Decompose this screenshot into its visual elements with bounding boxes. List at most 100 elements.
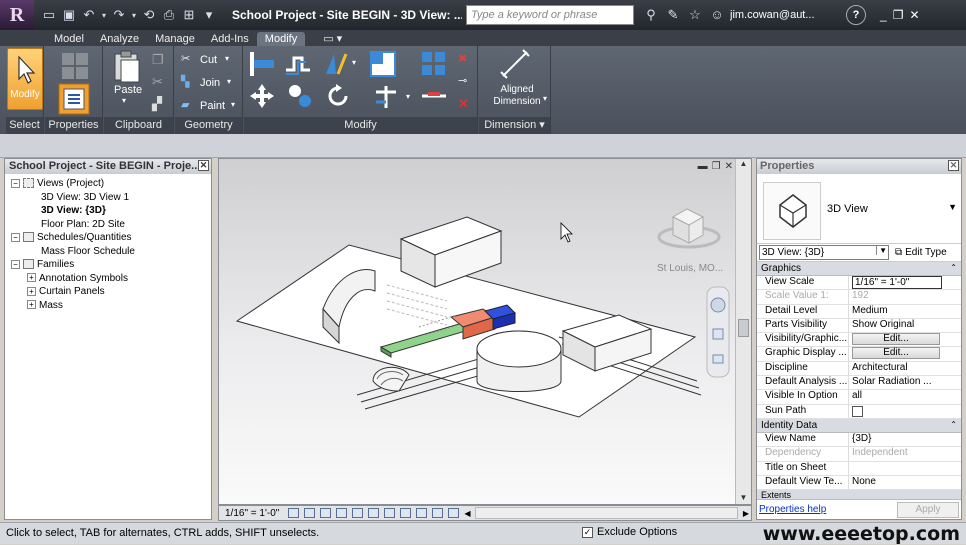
aligned-dimension-icon[interactable] [499,48,533,82]
user-icon[interactable]: ☺ [708,7,726,23]
paint-label[interactable]: Paint [200,100,225,112]
tab-analyze[interactable]: Analyze [92,32,147,46]
prop-view-name[interactable]: View Name {3D} [757,432,961,448]
cut-geometry-icon[interactable]: ✂ [181,52,190,65]
exclude-options-toggle[interactable]: ✓ Exclude Options [582,526,677,538]
paste-dropdown-icon[interactable]: ▾ [122,96,126,105]
sync-icon[interactable]: ⟲ [140,7,158,23]
detail-level-icon[interactable] [288,508,300,518]
tree-item-schedules[interactable]: − Schedules/Quantities [11,232,211,246]
prop-graphic-display[interactable]: Graphic Display ... Edit... [757,347,961,362]
scroll-thumb[interactable] [738,319,749,337]
edit-type-icon[interactable]: ⧉ [895,247,902,258]
prop-visible-in-option[interactable]: Visible In Option all [757,390,961,405]
match-type-icon[interactable]: ▞ [152,96,162,112]
prop-title-on-sheet[interactable]: Title on Sheet [757,461,961,476]
binoculars-icon[interactable]: ⚲ [642,7,660,23]
undo-icon[interactable]: ↶ [80,7,98,23]
copy-icon[interactable]: ❐ [152,52,164,68]
join-label[interactable]: Join [200,77,220,89]
tree-item-floor-plan[interactable]: Floor Plan: 2D Site [11,219,211,233]
temporary-hide-icon[interactable] [416,508,428,518]
paint-icon[interactable]: ▰ [181,98,189,111]
prop-detail-level[interactable]: Detail Level Medium [757,304,961,319]
tab-add-ins[interactable]: Add-Ins [203,32,257,46]
scale-icon[interactable] [420,82,448,110]
minimize-icon[interactable]: _ [880,8,887,22]
rendering-icon[interactable] [352,508,364,518]
horizontal-scrollbar[interactable] [475,507,738,519]
tree-item-mass[interactable]: + Mass [11,300,211,314]
shadows-icon[interactable] [336,508,348,518]
favorites-icon[interactable]: ☆ [686,7,704,23]
move-icon[interactable] [248,82,276,110]
tab-modify[interactable]: Modify [256,32,306,46]
measure-icon[interactable]: ⊞ [180,7,198,23]
instance-filter-dropdown[interactable]: 3D View: {3D} ▼ [759,245,889,260]
sun-path-checkbox[interactable] [852,405,863,417]
worksharing-display-icon[interactable] [448,508,460,518]
trim-extend-icon[interactable] [372,82,400,110]
tree-item-families[interactable]: − Families [11,259,211,273]
type-properties-icon[interactable] [59,50,91,82]
scroll-up-arrow-icon[interactable]: ▲ [736,159,751,173]
lock-view-icon[interactable] [400,508,412,518]
collapse-icon[interactable]: − [11,259,20,269]
panel-geometry-label[interactable]: Geometry [175,117,242,134]
crop-view-icon[interactable] [368,508,380,518]
scroll-right-arrow-icon[interactable]: ▶ [743,509,749,518]
panel-select-label[interactable]: Select [6,117,43,134]
show-crop-region-icon[interactable] [384,508,396,518]
tree-item-mass-floor-schedule[interactable]: Mass Floor Schedule [11,246,211,260]
collapse-group-icon[interactable]: ⌃ [950,263,957,272]
user-account[interactable]: jim.cowan@aut... [730,9,830,21]
tree-item-3d-view-3d[interactable]: 3D View: {3D} [11,205,211,219]
unpin-icon[interactable]: ⊸ [458,74,467,87]
expand-icon[interactable]: + [27,300,36,310]
type-selector[interactable]: 3D View ▼ [757,174,961,244]
modify-tool-button[interactable]: Modify [7,48,43,110]
align-icon[interactable] [248,50,276,78]
cut-clipboard-icon[interactable]: ✂ [152,74,163,90]
properties-icon[interactable] [57,82,91,116]
split-element-icon[interactable] [368,49,398,79]
expand-icon[interactable]: + [27,273,36,283]
prop-sun-path[interactable]: Sun Path [757,404,961,419]
prop-parts-visibility[interactable]: Parts Visibility Show Original [757,318,961,334]
prop-default-analysis[interactable]: Default Analysis ... Solar Radiation ... [757,376,961,391]
viewport-scrollbar[interactable]: ▲ ▼ [735,159,751,504]
tree-item-views[interactable]: − Views (Project) [11,178,211,192]
close-icon[interactable]: ✕ [198,160,209,171]
undo-dropdown-icon[interactable]: ▾ [100,11,108,20]
aligned-dimension-dropdown-icon[interactable]: ▾ [543,94,547,103]
paste-label[interactable]: Paste [114,84,142,96]
pin-icon[interactable]: ✖ [458,52,467,65]
join-dropdown-icon[interactable]: ▾ [227,77,231,86]
tree-item-annotation-symbols[interactable]: + Annotation Symbols [11,273,211,287]
exclude-options-checkbox[interactable]: ✓ [582,526,593,538]
tree-item-3d-view-1[interactable]: 3D View: 3D View 1 [11,192,211,206]
tab-manage[interactable]: Manage [147,32,203,46]
type-dropdown-icon[interactable]: ▼ [948,202,957,212]
mirror-dropdown-icon[interactable]: ▾ [352,58,356,67]
restore-icon[interactable]: ❐ [893,8,904,22]
rotate-icon[interactable] [324,82,352,110]
trim-dropdown-icon[interactable]: ▾ [406,92,410,101]
expand-icon[interactable]: + [27,286,36,296]
collapse-icon[interactable]: − [11,232,20,242]
3d-viewport[interactable]: ▬ ❐ ✕ St Louis, MO... ▲ ▼ [218,158,752,505]
group-graphics[interactable]: Graphics ⌃ [757,262,961,276]
edit-visibility-button[interactable]: Edit... [852,333,940,346]
prop-view-scale[interactable]: View Scale 1/16" = 1'-0" [757,276,961,291]
aligned-dimension-label[interactable]: Aligned Dimension [489,84,545,108]
prop-visibility-graphics[interactable]: Visibility/Graphic... Edit... [757,333,961,348]
help-icon[interactable]: ? [846,5,866,25]
collapse-group-icon[interactable]: ⌃ [950,420,957,429]
cut-dropdown-icon[interactable]: ▾ [225,54,229,63]
panel-dimension-label[interactable]: Dimension ▾ [479,117,550,134]
panel-clipboard-label[interactable]: Clipboard [104,117,173,134]
properties-help-link[interactable]: Properties help [759,504,826,515]
ribbon-minimize-toggle[interactable]: ▭ ▾ [315,31,350,46]
search-input[interactable]: Type a keyword or phrase [466,5,634,25]
open-icon[interactable]: ▭ [40,7,58,23]
